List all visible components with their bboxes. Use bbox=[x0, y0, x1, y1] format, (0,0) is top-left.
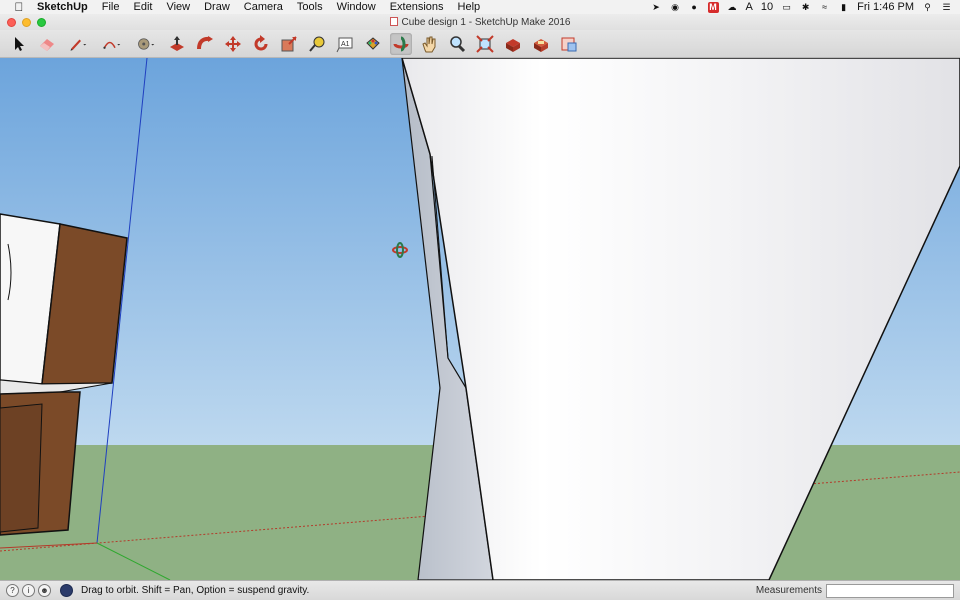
text-label-icon: A1 bbox=[336, 37, 353, 52]
geo-location-icon[interactable]: ? bbox=[6, 584, 19, 597]
menu-file[interactable]: File bbox=[95, 1, 127, 13]
measurements-input[interactable] bbox=[826, 583, 954, 598]
window-controls bbox=[7, 17, 46, 27]
status-bar: ? i ☻ Drag to orbit. Shift = Pan, Option… bbox=[0, 580, 960, 600]
adobe-icon[interactable]: A bbox=[746, 1, 753, 13]
bluetooth-icon[interactable]: ✱ bbox=[800, 2, 811, 13]
menu-clock[interactable]: Fri 1:46 PM bbox=[857, 1, 914, 13]
orbit-icon bbox=[393, 36, 409, 51]
rotate-icon bbox=[254, 34, 268, 50]
tape-measure-icon bbox=[309, 36, 325, 52]
globe-icon[interactable] bbox=[60, 584, 73, 597]
menu-status-area: ➤ ◉ ● M ☁ A 10 ▭ ✱ ≈ ▮ Fri 1:46 PM ⚲ ☰ bbox=[651, 1, 960, 13]
svg-text:A1: A1 bbox=[341, 41, 350, 48]
circle-shape-icon bbox=[138, 37, 155, 50]
zoom-extents-tool-button[interactable] bbox=[474, 33, 496, 55]
arc-icon bbox=[103, 41, 121, 49]
menu-draw[interactable]: Draw bbox=[197, 1, 237, 13]
text-tool-button[interactable]: A1 bbox=[334, 33, 356, 55]
pencil-icon bbox=[70, 39, 87, 51]
hand-pan-icon bbox=[422, 36, 436, 52]
zoom-window-button[interactable] bbox=[37, 17, 46, 27]
user-icon[interactable]: ☻ bbox=[38, 584, 51, 597]
measurements-label: Measurements bbox=[755, 585, 822, 596]
scale-icon bbox=[281, 35, 297, 51]
3d-warehouse-button[interactable] bbox=[530, 33, 552, 55]
tape-measure-tool-button[interactable] bbox=[306, 33, 328, 55]
menu-window[interactable]: Window bbox=[330, 1, 383, 13]
record-icon[interactable]: ◉ bbox=[670, 2, 681, 13]
arc-tool-button[interactable] bbox=[98, 33, 126, 55]
paint-bucket-icon bbox=[366, 36, 380, 50]
menu-sketchup[interactable]: SketchUp bbox=[30, 1, 95, 13]
pan-tool-button[interactable] bbox=[418, 33, 440, 55]
adobe-count: 10 bbox=[760, 1, 774, 13]
window-title-text: Cube design 1 - SketchUp Make 2016 bbox=[401, 16, 571, 28]
document-icon bbox=[389, 16, 398, 26]
paint-bucket-tool-button[interactable] bbox=[362, 33, 384, 55]
select-arrow-icon bbox=[15, 36, 24, 51]
follow-me-tool-button[interactable] bbox=[194, 33, 216, 55]
apple-menu-icon[interactable]:  bbox=[8, 0, 30, 14]
menu-view[interactable]: View bbox=[159, 1, 197, 13]
shapes-tool-button[interactable] bbox=[132, 33, 160, 55]
window-title: Cube design 1 - SketchUp Make 2016 bbox=[0, 16, 960, 28]
scene-canvas bbox=[0, 58, 960, 580]
scale-tool-button[interactable] bbox=[278, 33, 300, 55]
airplay-icon[interactable]: ▭ bbox=[781, 2, 792, 13]
zoom-tool-button[interactable] bbox=[446, 33, 468, 55]
cloud-icon[interactable]: ☁ bbox=[727, 2, 738, 13]
getting-started-toolbar: A1 bbox=[0, 30, 960, 58]
push-pull-icon bbox=[170, 35, 184, 51]
menu-edit[interactable]: Edit bbox=[126, 1, 159, 13]
wifi-icon[interactable]: ≈ bbox=[819, 2, 830, 13]
location-arrow-icon[interactable]: ➤ bbox=[651, 2, 662, 13]
warehouse-icon bbox=[534, 38, 548, 52]
mcafee-icon[interactable]: M bbox=[707, 1, 719, 13]
drawing-viewport[interactable] bbox=[0, 58, 960, 580]
menu-help[interactable]: Help bbox=[451, 1, 488, 13]
components-tool-button[interactable] bbox=[502, 33, 524, 55]
lock-icon[interactable]: ● bbox=[689, 2, 700, 13]
minimize-window-button[interactable] bbox=[22, 17, 31, 27]
components-icon bbox=[506, 38, 520, 52]
select-tool-button[interactable] bbox=[8, 33, 30, 55]
move-tool-button[interactable] bbox=[222, 33, 244, 55]
follow-me-icon bbox=[197, 35, 213, 49]
eraser-icon bbox=[40, 38, 54, 51]
line-tool-button[interactable] bbox=[64, 33, 92, 55]
push-pull-tool-button[interactable] bbox=[166, 33, 188, 55]
zoom-extents-icon bbox=[476, 34, 494, 53]
spotlight-search-icon[interactable]: ⚲ bbox=[922, 2, 933, 13]
menu-bar:  SketchUp File Edit View Draw Camera To… bbox=[0, 0, 960, 14]
window-title-bar: Cube design 1 - SketchUp Make 2016 bbox=[0, 14, 960, 30]
close-window-button[interactable] bbox=[7, 17, 16, 27]
move-arrows-icon bbox=[225, 35, 241, 52]
eraser-tool-button[interactable] bbox=[36, 33, 58, 55]
orbit-tool-button[interactable] bbox=[390, 32, 412, 55]
menu-extensions[interactable]: Extensions bbox=[383, 1, 451, 13]
battery-icon[interactable]: ▮ bbox=[838, 2, 849, 13]
menu-tools[interactable]: Tools bbox=[290, 1, 330, 13]
magnifier-icon bbox=[450, 35, 466, 52]
menu-camera[interactable]: Camera bbox=[237, 1, 290, 13]
credits-icon[interactable]: i bbox=[22, 584, 35, 597]
extension-warehouse-button[interactable] bbox=[558, 33, 580, 55]
notification-center-icon[interactable]: ☰ bbox=[941, 2, 952, 13]
extension-warehouse-icon bbox=[561, 37, 577, 51]
rotate-tool-button[interactable] bbox=[250, 33, 272, 55]
status-hint-text: Drag to orbit. Shift = Pan, Option = sus… bbox=[81, 585, 310, 596]
